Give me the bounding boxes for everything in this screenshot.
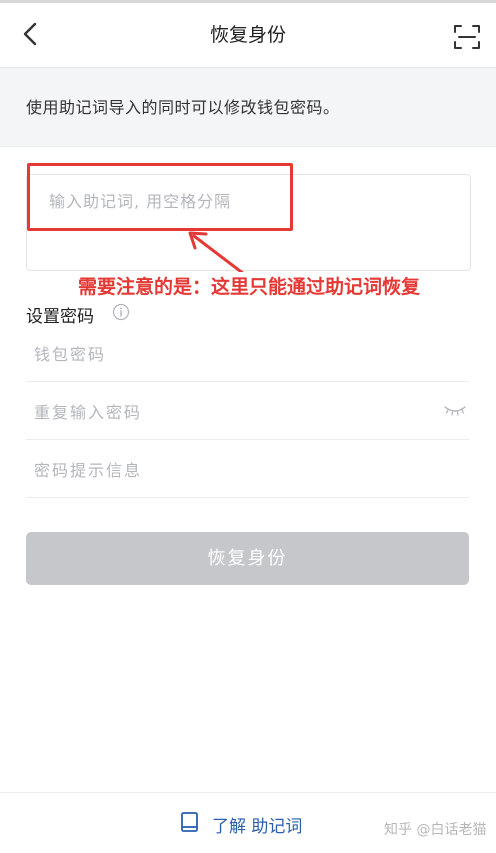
restore-identity-page: 恢复身份 使用助记词导入的同时可以修改钱包密码。 需要注意的是：这里只能通过助记… [0,0,496,853]
password-hint-input[interactable] [32,457,426,483]
scan-icon [454,25,480,49]
repeat-password-input[interactable] [32,399,426,425]
wallet-password-field[interactable] [26,325,469,382]
repeat-password-field[interactable] [26,383,469,440]
wallet-password-input[interactable] [32,341,426,367]
header: 恢复身份 [0,3,496,68]
learn-mnemonic-text: 了解 助记词 [212,817,303,837]
info-text: 使用助记词导入的同时可以修改钱包密码。 [26,98,340,117]
footer: 了解 助记词 知乎 @白话老猫 [0,792,496,853]
book-icon [181,812,198,832]
mnemonic-input[interactable] [47,189,451,213]
set-password-label: 设置密码 [26,307,94,327]
info-bar: 使用助记词导入的同时可以修改钱包密码。 [0,68,496,147]
chevron-left-icon [23,22,37,46]
info-circle-icon[interactable] [112,303,130,321]
annotation-note: 需要注意的是：这里只能通过助记词恢复 [76,272,423,299]
password-hint-field[interactable] [26,441,469,498]
back-button[interactable] [14,17,48,51]
page-title: 恢复身份 [209,24,286,46]
restore-identity-button[interactable]: 恢复身份 [26,532,469,585]
watermark: 知乎 @白话老猫 [384,822,487,838]
mnemonic-box[interactable] [26,174,471,271]
scan-button[interactable] [450,20,484,54]
eye-closed-icon[interactable] [443,403,467,417]
